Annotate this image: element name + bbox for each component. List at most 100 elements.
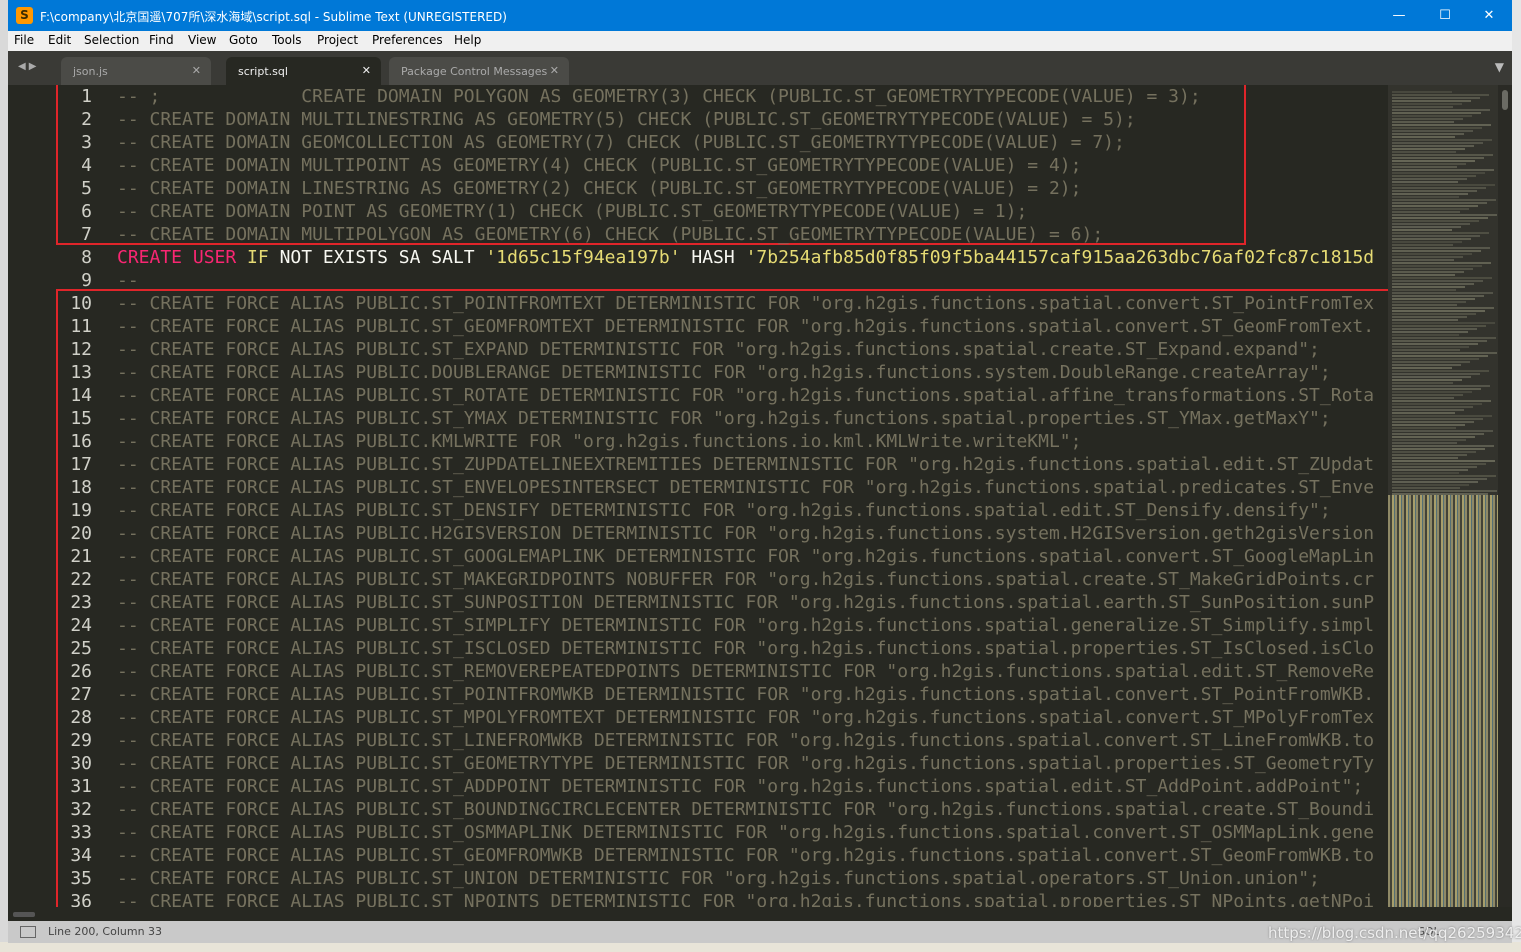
- code-token: NOT EXISTS SA SALT: [279, 247, 486, 268]
- tab-nav-arrows-icon[interactable]: ◀▶: [18, 61, 39, 72]
- line-number: 6: [81, 201, 92, 222]
- code-line-comment: -- CREATE FORCE ALIAS PUBLIC.ST_DENSIFY …: [117, 500, 1331, 521]
- line-number: 33: [70, 822, 92, 843]
- line-number: 26: [70, 661, 92, 682]
- tab-json-js[interactable]: json.js ✕: [61, 57, 211, 85]
- panel-toggle-icon[interactable]: [20, 926, 36, 938]
- code-line-comment: -- CREATE FORCE ALIAS PUBLIC.ST_ISCLOSED…: [117, 638, 1375, 659]
- tab-label: script.sql: [238, 65, 288, 78]
- cursor-position: Line 200, Column 33: [48, 925, 163, 938]
- code-line-comment: -- CREATE FORCE ALIAS PUBLIC.ST_GEOMFROM…: [117, 316, 1375, 337]
- line-number: 3: [81, 132, 92, 153]
- line-number: 18: [70, 477, 92, 498]
- line-number: 27: [70, 684, 92, 705]
- code-line-comment: -- CREATE DOMAIN MULTILINESTRING AS GEOM…: [117, 109, 1136, 130]
- minimize-button[interactable]: —: [1376, 0, 1422, 31]
- tab-close-icon[interactable]: ✕: [550, 64, 559, 77]
- code-line-comment: -- CREATE FORCE ALIAS PUBLIC.ST_LINEFROM…: [117, 730, 1375, 751]
- line-number: 35: [70, 868, 92, 889]
- tab-close-icon[interactable]: ✕: [362, 64, 371, 77]
- code-line-comment: -- CREATE FORCE ALIAS PUBLIC.ST_MAKEGRID…: [117, 569, 1375, 590]
- code-line-comment: -- CREATE FORCE ALIAS PUBLIC.ST_YMAX DET…: [117, 408, 1331, 429]
- tab-bar: ◀▶ json.js ✕ script.sql ✕ Package Contro…: [8, 51, 1512, 85]
- line-number: 30: [70, 753, 92, 774]
- menu-tools[interactable]: Tools: [272, 33, 302, 47]
- code-line-comment: -- CREATE FORCE ALIAS PUBLIC.ST_POINTFRO…: [117, 684, 1375, 705]
- code-token: '7b254afb85d0f85f09f5ba44157caf915aa263d…: [745, 247, 1375, 268]
- vertical-scrollbar[interactable]: [1498, 85, 1512, 907]
- line-number: 22: [70, 569, 92, 590]
- line-number: 8: [81, 247, 92, 268]
- code-line-comment: -- CREATE FORCE ALIAS PUBLIC.ST_ROTATE D…: [117, 385, 1375, 406]
- code-line-comment: -- CREATE FORCE ALIAS PUBLIC.DOUBLERANGE…: [117, 362, 1331, 383]
- minimap[interactable]: [1388, 85, 1498, 907]
- code-token: CREATE USER: [117, 247, 248, 268]
- menu-file[interactable]: File: [14, 33, 34, 47]
- code-editor[interactable]: 1 -- ; CREATE DOMAIN POLYGON AS GEOMETRY(…: [8, 85, 1388, 907]
- code-line-comment: -- CREATE DOMAIN MULTIPOLYGON AS GEOMETR…: [117, 224, 1104, 245]
- code-line-comment: --: [117, 270, 139, 291]
- code-line-comment: -- CREATE FORCE ALIAS PUBLIC.KMLWRITE FO…: [117, 431, 1082, 452]
- desktop-background-right: [1512, 0, 1521, 952]
- line-number: 4: [81, 155, 92, 176]
- code-token: '1d65c15f94ea197b': [485, 247, 681, 268]
- code-line-comment: -- CREATE DOMAIN GEOMCOLLECTION AS GEOME…: [117, 132, 1125, 153]
- code-line-sql: CREATE USER IF NOT EXISTS SA SALT '1d65c…: [117, 247, 1374, 268]
- title-bar: S F:\company\北京国遥\707所\深水海域\script.sql -…: [8, 0, 1512, 31]
- line-number: 11: [70, 316, 92, 337]
- line-number: 9: [81, 270, 92, 291]
- horizontal-scrollbar[interactable]: [8, 907, 1498, 921]
- menu-view[interactable]: View: [188, 33, 216, 47]
- tab-dropdown-icon[interactable]: ▼: [1495, 60, 1504, 74]
- tab-close-icon[interactable]: ✕: [192, 64, 201, 77]
- line-number: 12: [70, 339, 92, 360]
- code-line-comment: -- CREATE FORCE ALIAS PUBLIC.ST_POINTFRO…: [117, 293, 1375, 314]
- line-number: 21: [70, 546, 92, 567]
- menu-selection[interactable]: Selection: [84, 33, 139, 47]
- code-line-comment: -- CREATE FORCE ALIAS PUBLIC.ST_ZUPDATEL…: [117, 454, 1375, 475]
- menu-find[interactable]: Find: [149, 33, 174, 47]
- menu-preferences[interactable]: Preferences: [372, 33, 443, 47]
- code-line-comment: -- CREATE DOMAIN MULTIPOINT AS GEOMETRY(…: [117, 155, 1082, 176]
- code-line-comment: -- CREATE FORCE ALIAS PUBLIC.H2GISVERSIO…: [117, 523, 1375, 544]
- sublime-app-icon: S: [16, 7, 33, 24]
- code-line-comment: -- CREATE FORCE ALIAS PUBLIC.ST_GEOMFROM…: [117, 845, 1375, 866]
- tab-script-sql[interactable]: script.sql ✕: [226, 57, 381, 85]
- desktop-background-left: [0, 0, 8, 952]
- code-line-comment: -- ; CREATE DOMAIN POLYGON AS GEOMETRY(3…: [117, 86, 1201, 107]
- line-number: 13: [70, 362, 92, 383]
- minimap-viewport[interactable]: [1388, 85, 1498, 907]
- line-number: 36: [70, 891, 92, 907]
- line-number: 29: [70, 730, 92, 751]
- menu-edit[interactable]: Edit: [48, 33, 71, 47]
- menu-help[interactable]: Help: [454, 33, 481, 47]
- line-number: 24: [70, 615, 92, 636]
- line-number: 7: [81, 224, 92, 245]
- vertical-scroll-thumb[interactable]: [1502, 90, 1508, 110]
- code-line-comment: -- CREATE FORCE ALIAS PUBLIC.ST_BOUNDING…: [117, 799, 1375, 820]
- code-line-comment: -- CREATE FORCE ALIAS PUBLIC.ST_NPOINTS …: [117, 891, 1375, 907]
- line-number: 5: [81, 178, 92, 199]
- line-number: 2: [81, 109, 92, 130]
- menu-goto[interactable]: Goto: [229, 33, 258, 47]
- code-line-comment: -- CREATE DOMAIN POINT AS GEOMETRY(1) CH…: [117, 201, 1028, 222]
- line-number: 34: [70, 845, 92, 866]
- line-number: 15: [70, 408, 92, 429]
- code-line-comment: -- CREATE FORCE ALIAS PUBLIC.ST_SUNPOSIT…: [117, 592, 1375, 613]
- menu-project[interactable]: Project: [317, 33, 358, 47]
- code-line-comment: -- CREATE FORCE ALIAS PUBLIC.ST_GEOMETRY…: [117, 753, 1375, 774]
- close-button[interactable]: ✕: [1466, 0, 1512, 31]
- code-line-comment: -- CREATE DOMAIN LINESTRING AS GEOMETRY(…: [117, 178, 1082, 199]
- horizontal-scroll-thumb[interactable]: [13, 912, 35, 917]
- line-number: 32: [70, 799, 92, 820]
- line-number: 31: [70, 776, 92, 797]
- desktop-background-bottom: [0, 942, 1521, 952]
- tab-package-control-messages[interactable]: Package Control Messages ✕: [389, 57, 569, 85]
- line-number: 14: [70, 385, 92, 406]
- code-line-comment: -- CREATE FORCE ALIAS PUBLIC.ST_REMOVERE…: [117, 661, 1375, 682]
- line-number: 25: [70, 638, 92, 659]
- maximize-button[interactable]: ☐: [1422, 0, 1468, 31]
- code-token: HASH: [680, 247, 746, 268]
- code-line-comment: -- CREATE FORCE ALIAS PUBLIC.ST_ENVELOPE…: [117, 477, 1375, 498]
- code-line-comment: -- CREATE FORCE ALIAS PUBLIC.ST_UNION DE…: [117, 868, 1320, 889]
